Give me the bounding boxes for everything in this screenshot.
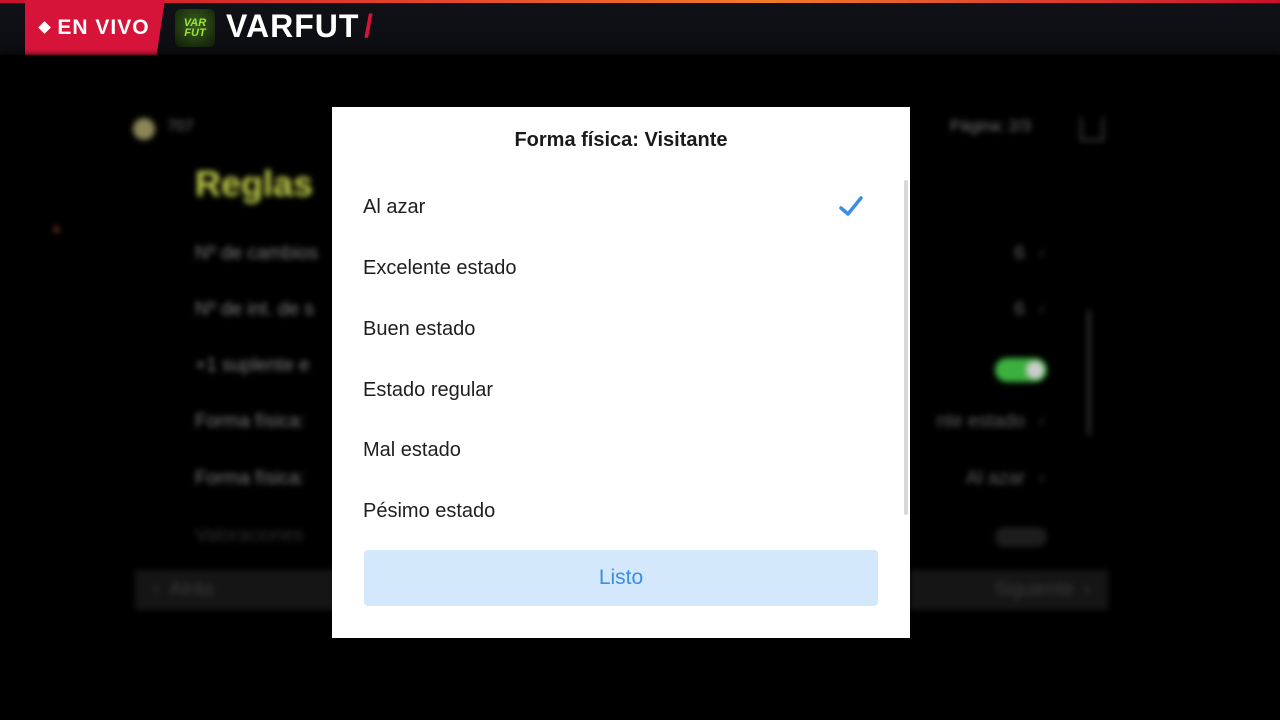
rule-label: Forma física: — [195, 411, 305, 432]
dialog-title: Forma física: Visitante — [514, 129, 728, 151]
rule-value: 6 — [1014, 243, 1025, 264]
next-label: Siguiente — [994, 579, 1074, 600]
rule-value: nte estado — [936, 411, 1025, 432]
option-label: Buen estado — [363, 317, 476, 340]
ratings-toggle[interactable] — [995, 527, 1047, 547]
decorative-dot — [54, 227, 59, 232]
page-title: Reglas — [195, 163, 314, 204]
rule-label: Nº de int. de s — [195, 299, 314, 320]
diamond-icon — [38, 21, 52, 34]
chevron-left-icon: ‹ — [153, 579, 160, 600]
back-label: Atrás — [169, 579, 214, 600]
banner-stripe — [0, 0, 1280, 3]
live-label: EN VIVO — [57, 15, 150, 39]
option-random[interactable]: Al azar — [332, 182, 902, 232]
coin-icon — [133, 118, 155, 140]
fitness-away-dialog: Forma física: Visitante Al azar Excelent… — [332, 107, 910, 638]
coin-balance: 707 — [167, 118, 194, 135]
live-badge: EN VIVO — [25, 0, 165, 55]
chevron-right-icon: › — [1038, 299, 1045, 320]
scrollbar[interactable] — [1087, 310, 1091, 435]
chevron-right-icon: › — [1038, 411, 1045, 432]
option-label: Pésimo estado — [363, 499, 496, 522]
brand-logo: VAR FUT — [175, 9, 215, 47]
rule-value: Al azar — [965, 468, 1025, 489]
brand-slash: / — [364, 8, 373, 44]
rule-label: Valoraciones — [195, 525, 304, 546]
dialog-scrollbar[interactable] — [904, 180, 908, 515]
brand-name: VARFUT — [226, 8, 360, 44]
option-label: Excelente estado — [363, 256, 517, 279]
option-label: Al azar — [363, 195, 426, 218]
option-bad[interactable]: Mal estado — [332, 425, 902, 475]
chevron-right-icon: › — [1083, 579, 1090, 600]
checkmark-icon — [839, 196, 863, 216]
done-button[interactable]: Listo — [364, 550, 878, 606]
rule-value: 6 — [1014, 299, 1025, 320]
option-label: Mal estado — [363, 438, 461, 461]
back-button[interactable]: ‹ Atrás — [135, 570, 335, 610]
rule-label: +1 suplente e — [195, 355, 310, 376]
option-terrible[interactable]: Pésimo estado — [332, 486, 902, 536]
chevron-right-icon: › — [1038, 468, 1045, 489]
option-regular[interactable]: Estado regular — [332, 365, 902, 415]
rule-label: Nº de cambios — [195, 243, 319, 264]
option-label: Estado regular — [363, 378, 494, 401]
page-indicator: Página: 2/3 — [950, 118, 1031, 135]
extra-sub-toggle[interactable] — [995, 358, 1047, 382]
next-button[interactable]: Siguiente › — [910, 570, 1108, 610]
option-good[interactable]: Buen estado — [332, 304, 902, 354]
option-excellent[interactable]: Excelente estado — [332, 243, 902, 293]
rule-label: Forma física: — [195, 468, 305, 489]
chevron-right-icon: › — [1038, 243, 1045, 264]
broadcast-banner: EN VIVO VAR FUT VARFUT / — [0, 0, 1280, 55]
home-icon[interactable] — [1080, 117, 1104, 141]
